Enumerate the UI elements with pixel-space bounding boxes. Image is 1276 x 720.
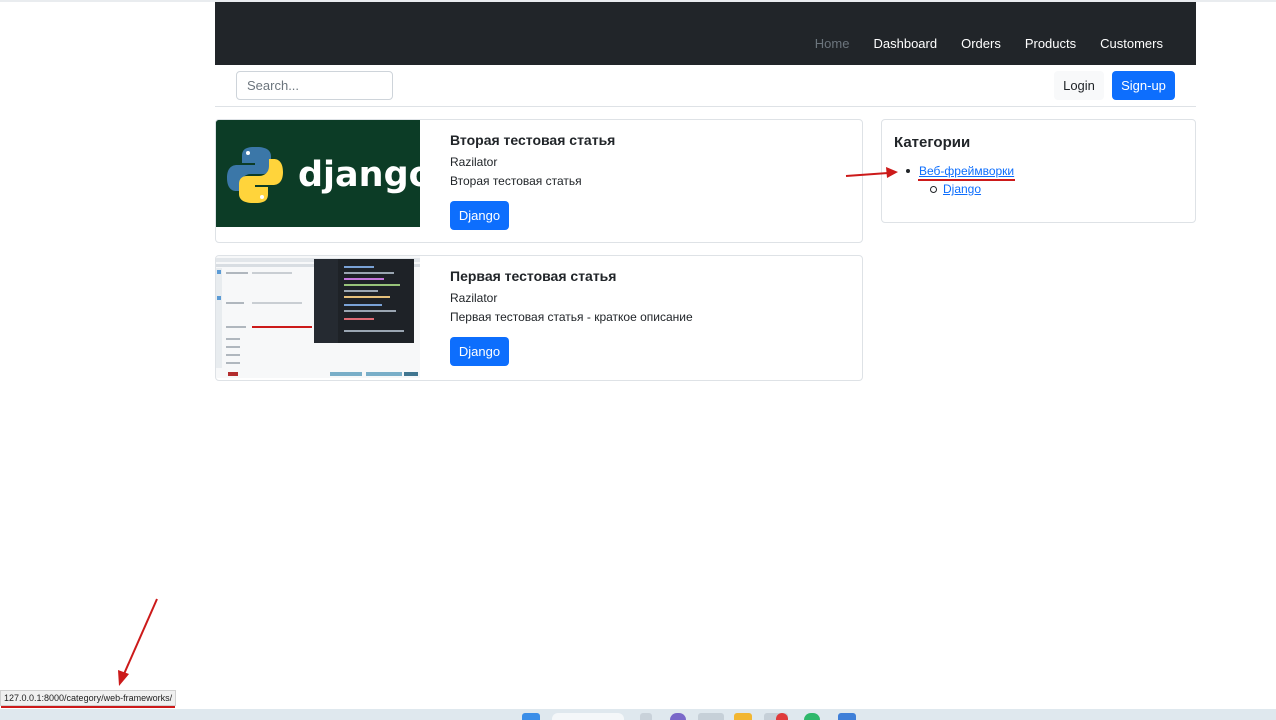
- nav-dashboard[interactable]: Dashboard: [861, 36, 949, 51]
- nav-orders[interactable]: Orders: [949, 36, 1013, 51]
- app-icon[interactable]: [804, 713, 820, 720]
- python-django-logo-icon: django: [216, 120, 433, 227]
- categories-title: Категории: [894, 134, 971, 151]
- folder-icon[interactable]: [734, 713, 752, 720]
- task-view-icon[interactable]: [640, 713, 652, 720]
- nav-customers[interactable]: Customers: [1088, 36, 1175, 51]
- article-card: django Вторая тестовая статья Razilator …: [215, 119, 863, 243]
- app-icon[interactable]: [698, 713, 724, 720]
- navbar: Home Dashboard Orders Products Customers: [215, 2, 1196, 65]
- search-input[interactable]: [236, 71, 393, 100]
- nav-links: Home Dashboard Orders Products Customers: [803, 36, 1175, 51]
- subcategory-item: Django: [930, 182, 1014, 200]
- status-bar-url: 127.0.0.1:8000/category/web-frameworks/: [0, 690, 177, 706]
- page: Home Dashboard Orders Products Customers…: [0, 0, 1276, 720]
- article-description: Вторая тестовая статья: [450, 174, 582, 188]
- app-icon[interactable]: [838, 713, 856, 720]
- article-card: Первая тестовая статья Razilator Первая …: [215, 255, 863, 381]
- nav-products[interactable]: Products: [1013, 36, 1088, 51]
- search-bar-row: Login Sign-up: [215, 65, 1196, 107]
- admin-screenshot-image: [216, 256, 420, 378]
- article-title[interactable]: Вторая тестовая статья: [450, 132, 615, 148]
- article-card-body: Вторая тестовая статья Razilator Вторая …: [450, 132, 615, 230]
- categories-card: Категории Веб-фреймворки Django: [881, 119, 1196, 223]
- app-icon[interactable]: [670, 713, 686, 720]
- windows-start-icon[interactable]: [522, 713, 540, 720]
- category-link-django[interactable]: Django: [943, 182, 981, 196]
- annotation-underline: [1, 706, 175, 708]
- category-tag-button[interactable]: Django: [450, 201, 509, 230]
- login-button[interactable]: Login: [1054, 71, 1104, 100]
- signup-button[interactable]: Sign-up: [1112, 71, 1175, 100]
- article-description: Первая тестовая статья - краткое описани…: [450, 310, 693, 324]
- taskbar-search-icon[interactable]: [552, 713, 624, 720]
- notification-badge-icon: [776, 713, 788, 720]
- nav-home[interactable]: Home: [803, 36, 862, 51]
- taskbar: [0, 709, 1276, 720]
- article-card-body: Первая тестовая статья Razilator Первая …: [450, 268, 693, 366]
- categories-list: Веб-фреймворки Django: [906, 164, 1014, 200]
- article-title[interactable]: Первая тестовая статья: [450, 268, 693, 284]
- annotation-arrowhead: [118, 670, 129, 686]
- article-author: Razilator: [450, 291, 498, 305]
- annotation-arrow: [123, 598, 158, 675]
- article-thumbnail-django-logo[interactable]: django: [216, 120, 433, 227]
- category-link-web-frameworks[interactable]: Веб-фреймворки: [919, 164, 1014, 178]
- article-thumbnail-screenshot[interactable]: [216, 256, 420, 378]
- category-tag-button[interactable]: Django: [450, 337, 509, 366]
- svg-text:django: django: [298, 155, 420, 195]
- annotation-underline: [918, 179, 1015, 181]
- article-author: Razilator: [450, 155, 498, 169]
